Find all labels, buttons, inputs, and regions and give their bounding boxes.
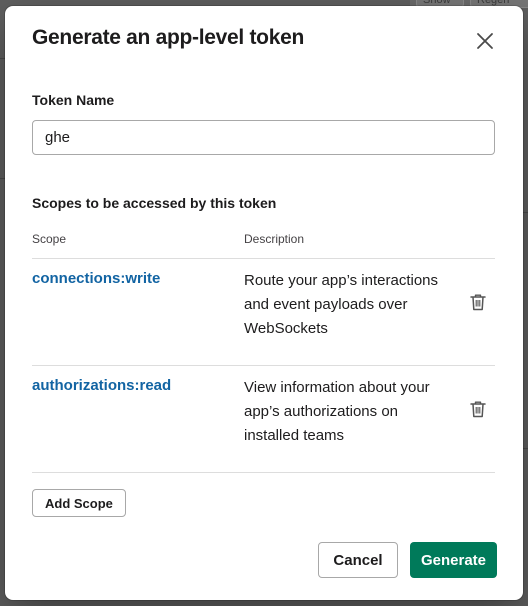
close-button[interactable] [468,24,502,58]
column-header-scope: Scope [32,232,67,246]
trash-icon [470,294,486,311]
remove-scope-button[interactable] [468,398,488,420]
close-icon [477,33,493,49]
token-name-label: Token Name [32,92,115,108]
table-row: authorizations:read View information abo… [32,365,495,472]
cancel-button[interactable]: Cancel [318,542,398,578]
generate-token-modal: Generate an app-level token Token Name S… [5,6,523,600]
scope-description: Route your app’s interactions and event … [244,272,439,337]
scope-link-connections-write[interactable]: connections:write [32,270,160,287]
generate-button[interactable]: Generate [410,542,497,578]
token-name-input[interactable] [32,120,495,155]
scopes-heading: Scopes to be accessed by this token [32,195,277,211]
scope-description: View information about your app’s author… [244,379,430,444]
scope-link-authorizations-read[interactable]: authorizations:read [32,377,171,394]
table-divider [32,472,495,473]
modal-title: Generate an app-level token [32,26,304,49]
add-scope-button[interactable]: Add Scope [32,489,126,517]
table-row: connections:write Route your app’s inter… [32,258,495,365]
remove-scope-button[interactable] [468,291,488,313]
column-header-description: Description [244,232,305,246]
trash-icon [470,401,486,418]
